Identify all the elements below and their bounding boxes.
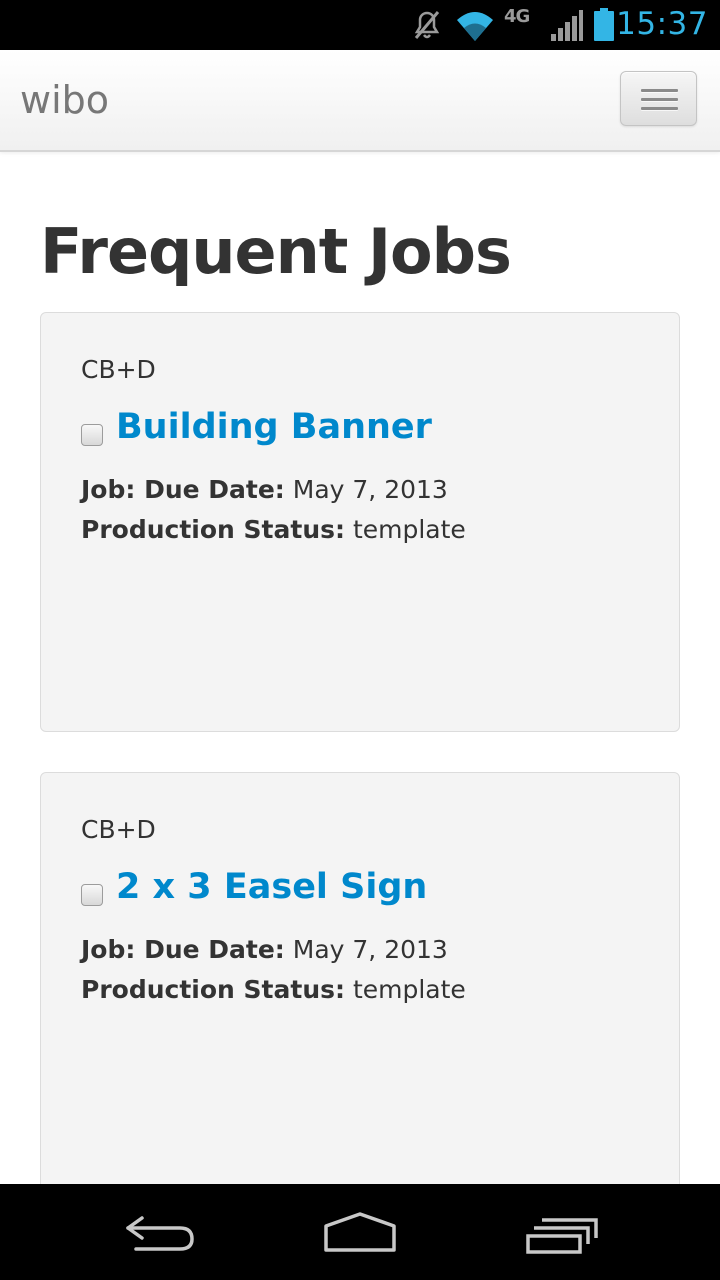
job-due-date-label: Job: Due Date: xyxy=(81,935,285,964)
recent-apps-icon[interactable] xyxy=(520,1208,600,1256)
network-type-label: 4G xyxy=(504,6,530,27)
menu-toggle-button[interactable] xyxy=(620,71,697,126)
battery-icon xyxy=(594,8,614,41)
job-production-status: Production Status: template xyxy=(81,975,466,1004)
job-status-value: template xyxy=(352,975,466,1004)
job-select-checkbox[interactable] xyxy=(81,884,103,906)
job-due-date: Job: Due Date: May 7, 2013 xyxy=(81,935,448,964)
back-icon[interactable] xyxy=(120,1208,200,1256)
clock: 15:37 xyxy=(616,6,708,42)
job-status-value: template xyxy=(352,515,466,544)
mute-icon xyxy=(414,11,440,39)
job-status-label: Production Status: xyxy=(81,515,345,544)
job-title-link[interactable]: Building Banner xyxy=(116,407,432,447)
job-due-date-value: May 7, 2013 xyxy=(292,935,448,964)
app-navbar: wibo xyxy=(0,50,720,152)
screen: 4G 15:37 wibo Frequent Jobs CB+D Buildin… xyxy=(0,0,720,1280)
job-card: CB+D Building Banner Job: Due Date: May … xyxy=(40,312,680,732)
cell-signal-icon xyxy=(551,10,583,41)
job-due-date-value: May 7, 2013 xyxy=(292,475,448,504)
job-due-date: Job: Due Date: May 7, 2013 xyxy=(81,475,448,504)
job-status-label: Production Status: xyxy=(81,975,345,1004)
job-client: CB+D xyxy=(81,355,156,384)
system-nav-bar xyxy=(0,1184,720,1280)
job-production-status: Production Status: template xyxy=(81,515,466,544)
job-client: CB+D xyxy=(81,815,156,844)
job-title-link[interactable]: 2 x 3 Easel Sign xyxy=(116,867,427,907)
job-card: CB+D 2 x 3 Easel Sign Job: Due Date: May… xyxy=(40,772,680,1192)
home-icon[interactable] xyxy=(320,1208,400,1256)
page-title: Frequent Jobs xyxy=(40,215,512,288)
brand-link[interactable]: wibo xyxy=(20,78,109,122)
job-due-date-label: Job: Due Date: xyxy=(81,475,285,504)
wifi-icon xyxy=(457,12,493,41)
status-bar: 4G 15:37 xyxy=(0,0,720,50)
job-select-checkbox[interactable] xyxy=(81,424,103,446)
